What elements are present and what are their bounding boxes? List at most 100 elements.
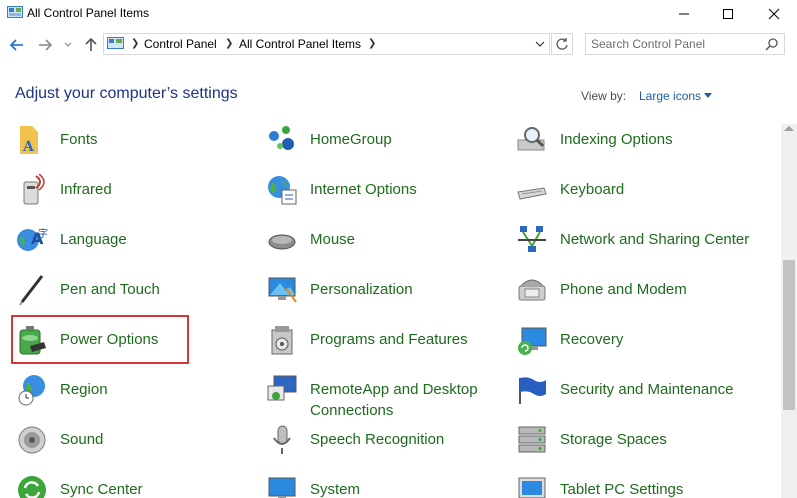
navigation-bar: ❯ Control Panel ❯ All Control Panel Item… xyxy=(0,28,797,62)
minimize-icon xyxy=(679,13,689,15)
item-label: Sync Center xyxy=(60,481,143,498)
flag-icon xyxy=(519,377,546,404)
storage-icon xyxy=(518,426,546,453)
search-box[interactable] xyxy=(585,33,785,55)
region-icon xyxy=(18,375,45,406)
item-phone-and-modem[interactable]: Phone and Modem xyxy=(516,274,756,318)
item-label: Recovery xyxy=(560,331,624,348)
item-label: Infrared xyxy=(60,181,112,198)
recovery-icon xyxy=(518,327,547,355)
breadcrumb-all-items[interactable]: All Control Panel Items xyxy=(239,37,361,51)
remote-desktop-icon xyxy=(267,375,297,401)
close-icon xyxy=(768,8,780,20)
breadcrumb-separator-icon[interactable]: ❯ xyxy=(131,38,139,49)
breadcrumb-separator-icon[interactable]: ❯ xyxy=(368,38,376,49)
item-label: Region xyxy=(60,381,108,398)
item-label: Programs and Features xyxy=(310,331,468,348)
item-keyboard[interactable]: Keyboard xyxy=(516,174,756,218)
tablet-icon xyxy=(518,477,546,498)
item-storage-spaces[interactable]: Storage Spaces xyxy=(516,424,756,468)
speaker-icon xyxy=(18,426,46,454)
recent-locations-button[interactable] xyxy=(62,36,74,54)
arrow-right-icon xyxy=(39,39,53,51)
item-fonts[interactable]: A Fonts xyxy=(16,124,256,168)
breadcrumb-separator-icon[interactable]: ❯ xyxy=(225,38,233,49)
item-sync-center[interactable]: Sync Center xyxy=(16,474,256,498)
item-label: Fonts xyxy=(60,131,98,148)
back-button[interactable] xyxy=(8,36,26,54)
item-language[interactable]: A字 Language xyxy=(16,224,256,268)
indexing-options-icon xyxy=(517,127,545,151)
item-system[interactable]: System xyxy=(266,474,506,498)
item-label: Security and Maintenance xyxy=(560,381,734,398)
item-internet-options[interactable]: Internet Options xyxy=(266,174,506,218)
svg-text:字: 字 xyxy=(38,227,48,240)
item-personalization[interactable]: Personalization xyxy=(266,274,506,318)
maximize-button[interactable] xyxy=(705,0,751,28)
item-label: Personalization xyxy=(310,281,413,298)
item-network-sharing[interactable]: Network and Sharing Center xyxy=(516,224,756,268)
item-tablet-pc-settings[interactable]: Tablet PC Settings xyxy=(516,474,756,498)
search-icon[interactable] xyxy=(765,37,779,51)
item-label: Tablet PC Settings xyxy=(560,481,684,498)
page-title: Adjust your computer’s settings xyxy=(15,85,238,102)
item-infrared[interactable]: Infrared xyxy=(16,174,256,218)
item-label: HomeGroup xyxy=(310,131,392,148)
sync-icon xyxy=(18,476,46,498)
item-label: Pen and Touch xyxy=(60,281,160,298)
close-button[interactable] xyxy=(751,0,797,28)
title-bar: All Control Panel Items xyxy=(0,0,797,28)
item-pen-and-touch[interactable]: Pen and Touch xyxy=(16,274,256,318)
caret-down-icon[interactable] xyxy=(704,93,712,98)
breadcrumb-control-panel[interactable]: Control Panel xyxy=(144,37,217,51)
refresh-icon xyxy=(556,38,568,50)
forward-button[interactable] xyxy=(36,36,54,54)
pen-icon xyxy=(19,275,44,306)
minimize-button[interactable] xyxy=(661,0,707,28)
item-remoteapp[interactable]: RemoteApp and Desktop Connections xyxy=(266,374,506,419)
item-security-maintenance[interactable]: Security and Maintenance xyxy=(516,374,756,418)
item-label: Storage Spaces xyxy=(560,431,667,448)
view-by-dropdown[interactable]: Large icons xyxy=(639,89,701,103)
item-homegroup[interactable]: HomeGroup xyxy=(266,124,506,168)
system-icon xyxy=(268,477,296,498)
item-label: Language xyxy=(60,231,127,248)
item-label: Sound xyxy=(60,431,104,448)
item-sound[interactable]: Sound xyxy=(16,424,256,468)
up-button[interactable] xyxy=(82,36,100,54)
item-label: Network and Sharing Center xyxy=(560,231,750,248)
item-label: Mouse xyxy=(310,231,356,248)
fonts-icon: A xyxy=(20,126,38,155)
item-label: Keyboard xyxy=(560,181,625,198)
control-panel-icon xyxy=(107,37,124,49)
item-mouse[interactable]: Mouse xyxy=(266,224,506,268)
item-label: Internet Options xyxy=(310,181,417,198)
item-label: RemoteApp and Desktop Connections xyxy=(310,381,478,419)
window-title: All Control Panel Items xyxy=(27,6,150,20)
language-icon: A字 xyxy=(17,227,48,251)
scrollbar-thumb[interactable] xyxy=(783,260,795,410)
refresh-button[interactable] xyxy=(551,33,573,55)
scroll-up-arrow-icon[interactable] xyxy=(784,126,794,131)
item-region[interactable]: Region xyxy=(16,374,256,418)
maximize-icon xyxy=(723,9,733,19)
item-label: Speech Recognition xyxy=(310,431,445,448)
items-grid: A Fonts HomeGroup Indexing Options Infra… xyxy=(0,124,781,498)
network-icon xyxy=(518,226,546,252)
infrared-icon xyxy=(23,174,45,205)
item-speech-recognition[interactable]: Speech Recognition xyxy=(266,424,506,468)
item-indexing-options[interactable]: Indexing Options xyxy=(516,124,756,168)
chevron-down-icon xyxy=(535,41,545,47)
internet-options-icon xyxy=(268,176,297,205)
item-programs-and-features[interactable]: Programs and Features xyxy=(266,324,506,368)
search-input[interactable] xyxy=(591,36,761,52)
item-recovery[interactable]: Recovery xyxy=(516,324,756,368)
control-panel-icon xyxy=(7,6,23,18)
phone-icon xyxy=(518,279,546,301)
keyboard-icon xyxy=(517,187,547,200)
arrow-left-icon xyxy=(9,39,23,51)
address-bar[interactable]: ❯ Control Panel ❯ All Control Panel Item… xyxy=(103,33,550,55)
vertical-scrollbar[interactable] xyxy=(781,124,797,498)
address-dropdown-button[interactable] xyxy=(533,37,547,51)
mouse-icon xyxy=(268,234,296,250)
